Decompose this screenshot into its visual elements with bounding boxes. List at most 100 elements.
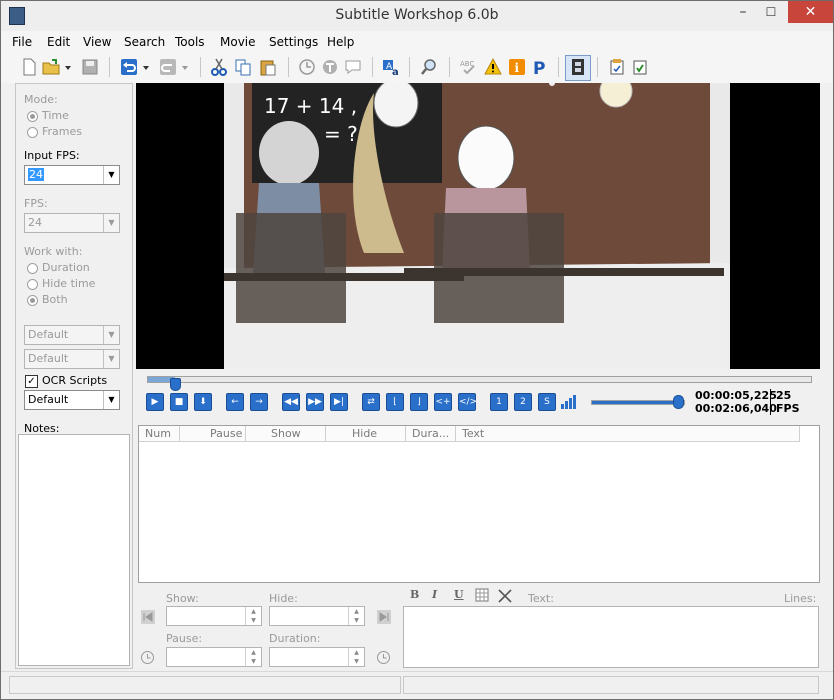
italic-button[interactable]: I xyxy=(432,588,437,601)
pascal-script-icon[interactable]: P xyxy=(530,57,550,77)
column-header-text[interactable]: Text xyxy=(456,426,800,442)
mode-s-button[interactable]: S xyxy=(538,393,556,411)
chevron-down-icon[interactable]: ▼ xyxy=(103,326,119,344)
underline-button[interactable]: U xyxy=(454,588,464,601)
warning-icon[interactable] xyxy=(483,57,503,77)
forward-button[interactable]: → xyxy=(250,393,268,411)
chevron-down-icon[interactable]: ▼ xyxy=(103,350,119,368)
menu-file[interactable]: File xyxy=(12,35,32,49)
menu-search[interactable]: Search xyxy=(124,35,165,49)
menu-help[interactable]: Help xyxy=(327,35,354,49)
menu-edit[interactable]: Edit xyxy=(47,35,70,49)
undo-dropdown-icon[interactable] xyxy=(141,57,151,77)
mode-2-button[interactable]: 2 xyxy=(514,393,532,411)
play-button[interactable]: ▶ xyxy=(146,393,164,411)
column-header-num[interactable]: Num xyxy=(139,426,180,442)
mode-time-radio[interactable] xyxy=(27,111,38,122)
back-button[interactable]: ← xyxy=(226,393,244,411)
menu-view[interactable]: View xyxy=(83,35,111,49)
spell-check-icon[interactable]: ABC xyxy=(459,57,479,77)
column-header-pause[interactable]: Pause xyxy=(180,426,246,442)
notes-textarea[interactable] xyxy=(18,434,130,666)
duration-radio[interactable] xyxy=(27,263,38,274)
video-preview[interactable]: 17 + 14 , = ? xyxy=(136,83,820,369)
redo-dropdown-icon[interactable] xyxy=(180,57,190,77)
undo-icon[interactable] xyxy=(119,57,139,77)
ocr-scripts-checkbox[interactable]: ✓ xyxy=(25,375,38,388)
pause-clock-icon[interactable] xyxy=(140,650,155,665)
open-folder-icon[interactable] xyxy=(41,57,61,77)
previous-subtitle-icon[interactable] xyxy=(141,610,155,624)
mode-1-button[interactable]: 1 xyxy=(490,393,508,411)
status-panel-left xyxy=(9,676,401,694)
mode-frames-radio[interactable] xyxy=(27,127,38,138)
new-file-icon[interactable] xyxy=(19,57,39,77)
subtitle-grid[interactable]: Num Pause Show Hide Dura... Text xyxy=(138,425,820,583)
both-radio[interactable] xyxy=(27,295,38,306)
fps-combo[interactable]: 24 ▼ xyxy=(24,213,120,233)
rewind-button[interactable]: ◀◀ xyxy=(282,393,300,411)
menu-movie[interactable]: Movie xyxy=(220,35,256,49)
ocr-scripts-combo[interactable]: Default ▼ xyxy=(24,390,120,410)
combo-default-1[interactable]: Default ▼ xyxy=(24,325,120,345)
spin-arrows-icon[interactable]: ▲ ▼ xyxy=(348,607,364,625)
seek-thumb[interactable] xyxy=(169,378,181,391)
toolbar-separator xyxy=(200,57,201,77)
open-dropdown-icon[interactable] xyxy=(63,57,73,77)
check-list-icon[interactable] xyxy=(630,57,650,77)
minimize-button[interactable]: – xyxy=(728,1,758,23)
pause-button[interactable]: ⬇ xyxy=(194,393,212,411)
search-icon[interactable] xyxy=(419,57,439,77)
mark-icon[interactable] xyxy=(607,57,627,77)
fast-forward-button[interactable]: ▶▶ xyxy=(306,393,324,411)
combo-default-2[interactable]: Default ▼ xyxy=(24,349,120,369)
spin-arrows-icon[interactable]: ▲ ▼ xyxy=(245,607,261,625)
color-grid-icon[interactable] xyxy=(475,588,489,602)
maximize-button[interactable]: ☐ xyxy=(756,1,786,23)
comment-icon[interactable] xyxy=(343,57,363,77)
column-header-show[interactable]: Show xyxy=(246,426,326,442)
pause-time-input[interactable]: ▲ ▼ xyxy=(166,647,262,667)
duration-clock-icon[interactable] xyxy=(376,650,391,665)
volume-thumb[interactable] xyxy=(673,395,684,409)
shift-right-button[interactable]: </> xyxy=(458,393,477,411)
volume-slider[interactable] xyxy=(591,400,685,405)
seek-slider[interactable] xyxy=(147,376,812,383)
input-fps-combo[interactable]: 24 ▼ xyxy=(24,165,120,185)
redo-icon[interactable] xyxy=(158,57,178,77)
chevron-down-icon[interactable]: ▼ xyxy=(103,391,119,409)
info-icon[interactable]: i xyxy=(507,57,527,77)
set-end-button[interactable]: ⌋ xyxy=(410,393,428,411)
close-button[interactable]: ✕ xyxy=(788,1,833,23)
spin-arrows-icon[interactable]: ▲ ▼ xyxy=(348,648,364,666)
translate-icon[interactable]: Aa xyxy=(381,57,401,77)
menu-settings[interactable]: Settings xyxy=(269,35,318,49)
hide-time-radio[interactable] xyxy=(27,279,38,290)
bold-button[interactable]: B xyxy=(410,588,419,601)
save-icon[interactable] xyxy=(80,57,100,77)
menu-tools[interactable]: Tools xyxy=(175,35,205,49)
show-time-input[interactable]: ▲ ▼ xyxy=(166,606,262,626)
copy-icon[interactable] xyxy=(233,57,253,77)
column-header-hide[interactable]: Hide xyxy=(326,426,406,442)
next-subtitle-icon[interactable] xyxy=(377,610,391,624)
remove-tags-icon[interactable] xyxy=(497,588,513,604)
stop-button[interactable]: ■ xyxy=(170,393,188,411)
chevron-down-icon[interactable]: ▼ xyxy=(103,166,119,184)
shift-left-button[interactable]: <+ xyxy=(434,393,452,411)
clock-icon[interactable] xyxy=(297,57,317,77)
duration-time-input[interactable]: ▲ ▼ xyxy=(269,647,365,667)
column-header-duration[interactable]: Dura... xyxy=(406,426,456,442)
loop-button[interactable]: ⇄ xyxy=(362,393,380,411)
subtitle-text-input[interactable] xyxy=(403,606,819,668)
set-start-button[interactable]: ⌊ xyxy=(386,393,404,411)
film-icon[interactable] xyxy=(568,57,588,77)
hide-time-input[interactable]: ▲ ▼ xyxy=(269,606,365,626)
paste-icon[interactable] xyxy=(258,57,278,77)
chevron-down-icon[interactable]: ▼ xyxy=(103,214,119,232)
next-frame-button[interactable]: ▶| xyxy=(330,393,348,411)
spin-arrows-icon[interactable]: ▲ ▼ xyxy=(245,648,261,666)
left-panel: Mode: Time Frames Input FPS: 24 ▼ FPS: 2… xyxy=(15,83,133,669)
cut-icon[interactable] xyxy=(209,57,229,77)
text-icon[interactable] xyxy=(320,57,340,77)
